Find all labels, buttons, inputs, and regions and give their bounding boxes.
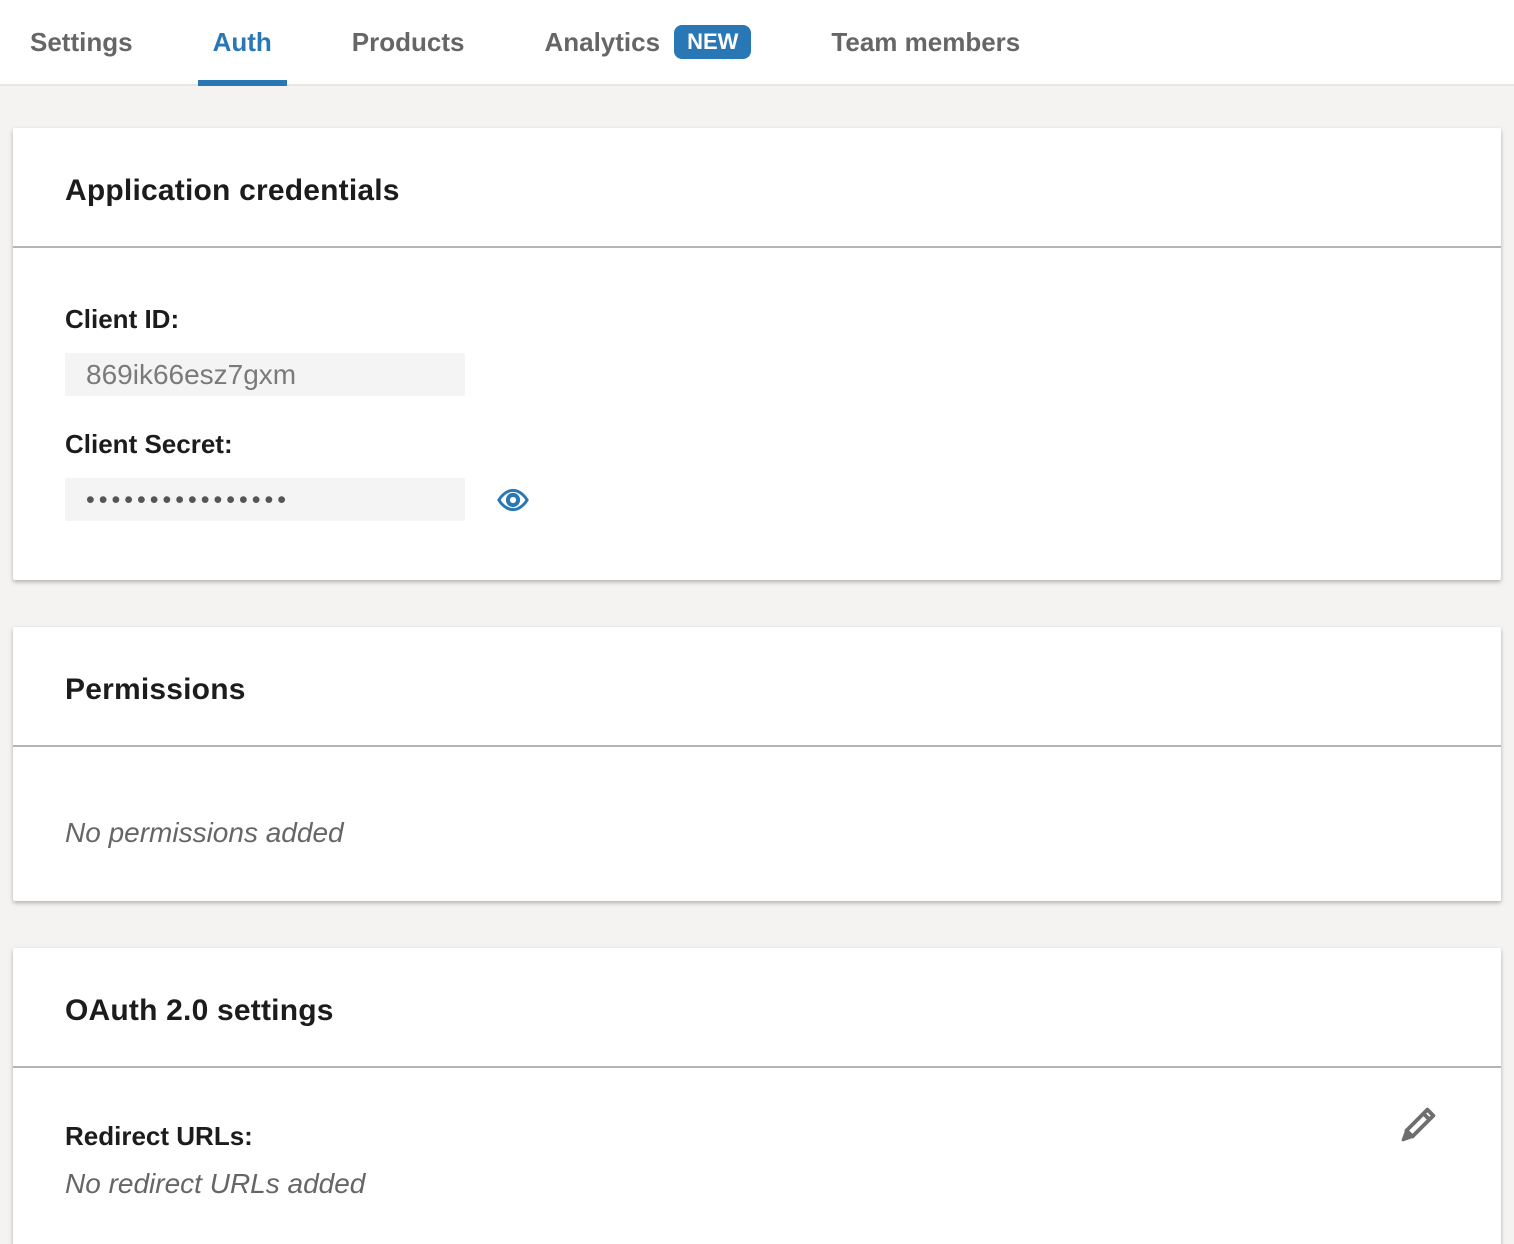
application-credentials-body: Client ID: 869ik66esz7gxm Client Secret:… <box>13 248 1501 580</box>
client-secret-masked-value: •••••••••••••••• <box>86 486 290 513</box>
tab-auth-label: Auth <box>213 27 272 58</box>
client-id-label: Client ID: <box>65 304 1449 335</box>
oauth-settings-header: OAuth 2.0 settings <box>13 948 1501 1068</box>
eye-icon <box>496 483 530 517</box>
tab-products-label: Products <box>352 27 465 58</box>
oauth-settings-title: OAuth 2.0 settings <box>65 994 1449 1028</box>
permissions-title: Permissions <box>65 673 1449 707</box>
application-credentials-header: Application credentials <box>13 128 1501 248</box>
tab-team-members[interactable]: Team members <box>816 0 1035 84</box>
show-client-secret-button[interactable] <box>495 482 531 518</box>
tab-auth[interactable]: Auth <box>198 0 287 84</box>
tab-analytics-label: Analytics <box>544 27 660 58</box>
no-redirect-urls-text: No redirect URLs added <box>65 1168 1449 1200</box>
tab-analytics[interactable]: Analytics NEW <box>529 0 766 84</box>
new-badge: NEW <box>674 25 751 59</box>
redirect-urls-label: Redirect URLs: <box>65 1121 1449 1152</box>
tab-settings-label: Settings <box>30 27 133 58</box>
oauth-settings-body: Redirect URLs: No redirect URLs added <box>13 1068 1501 1244</box>
edit-redirect-urls-button[interactable] <box>1395 1102 1441 1148</box>
tab-products[interactable]: Products <box>337 0 480 84</box>
application-credentials-card: Application credentials Client ID: 869ik… <box>13 128 1501 580</box>
client-id-field[interactable]: 869ik66esz7gxm <box>65 353 465 396</box>
client-secret-field[interactable]: •••••••••••••••• <box>65 478 465 521</box>
permissions-body: No permissions added <box>13 747 1501 901</box>
pencil-icon <box>1395 1102 1441 1148</box>
client-secret-row: •••••••••••••••• <box>65 478 1449 521</box>
oauth-settings-card: OAuth 2.0 settings Redirect URLs: No red… <box>13 948 1501 1244</box>
client-id-value: 869ik66esz7gxm <box>86 359 296 391</box>
application-credentials-title: Application credentials <box>65 174 1449 208</box>
tab-team-members-label: Team members <box>831 27 1020 58</box>
no-permissions-text: No permissions added <box>65 817 1449 849</box>
content: Application credentials Client ID: 869ik… <box>0 128 1514 1244</box>
tab-bar: Settings Auth Products Analytics NEW Tea… <box>0 0 1514 86</box>
tab-settings[interactable]: Settings <box>15 0 148 84</box>
permissions-header: Permissions <box>13 627 1501 747</box>
client-secret-label: Client Secret: <box>65 429 1449 460</box>
permissions-card: Permissions No permissions added <box>13 627 1501 901</box>
